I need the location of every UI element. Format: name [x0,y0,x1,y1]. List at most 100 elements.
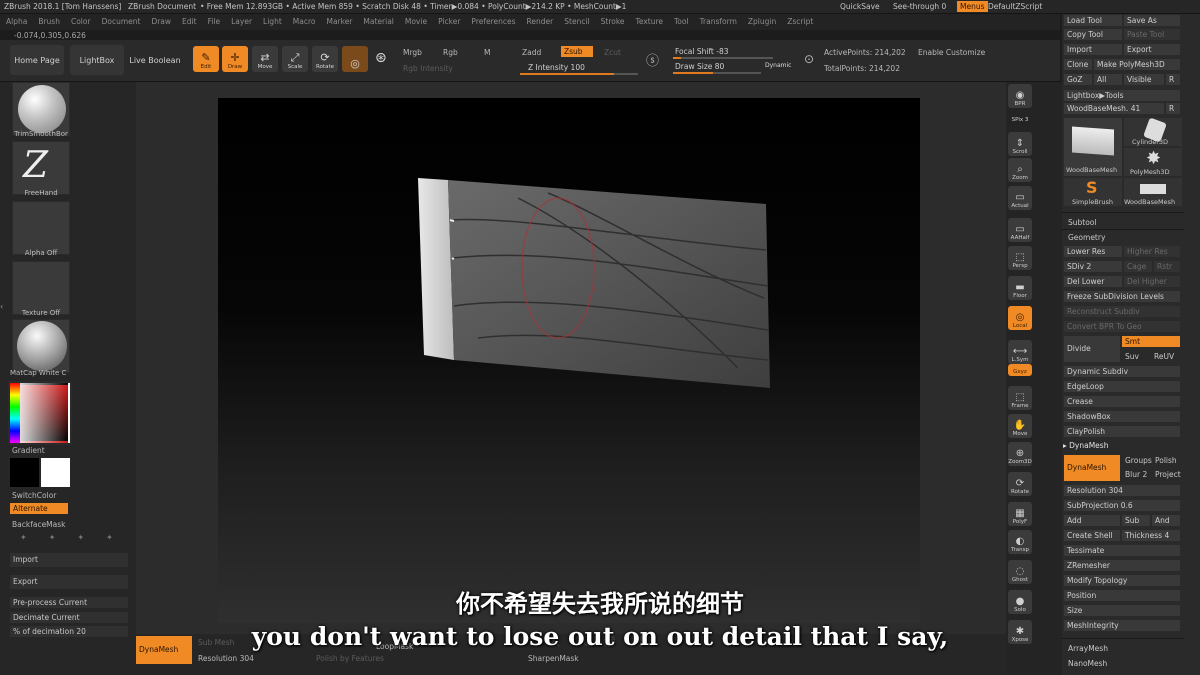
tray-xpose-button[interactable]: ✱ Xpose [1008,620,1032,644]
draw-mode-button[interactable]: ✛ Draw [222,46,248,72]
move-mode-button[interactable]: ⇄ Move [252,46,278,72]
shadowbox-button[interactable]: ShadowBox [1064,411,1180,422]
tray-bpr-button[interactable]: ◉ BPR [1008,84,1032,108]
menu-stroke[interactable]: Stroke [601,17,625,26]
current-tool-slider[interactable]: WoodBaseMesh. 41 [1064,103,1164,114]
tray-move-button[interactable]: ✋ Move [1008,414,1032,438]
copy-tool-button[interactable]: Copy Tool [1064,29,1122,40]
stroke-thumbnail[interactable]: Z [12,141,70,195]
edgeloop-button[interactable]: EdgeLoop [1064,381,1180,392]
collapse-left-icon[interactable]: ‹ [0,302,4,352]
sculptris-pro-button[interactable]: ◎ [342,46,368,72]
menu-edit[interactable]: Edit [182,17,197,26]
lock-icon[interactable]: ⊙ [804,52,814,66]
divide-button[interactable]: Divide [1064,336,1120,362]
default-zscript-button[interactable]: DefaultZScript [988,2,1042,11]
menu-color[interactable]: Color [71,17,91,26]
hue-strip[interactable] [10,383,20,443]
dynamesh-header[interactable]: ▸ DynaMesh [1063,441,1108,450]
dynamesh-button[interactable]: DynaMesh [1064,455,1120,481]
menu-stencil[interactable]: Stencil [564,17,589,26]
z-intensity-slider[interactable]: Z Intensity 100 [520,63,638,75]
tray-actual-button[interactable]: ▭ Actual [1008,186,1032,210]
del-higher-button[interactable]: Del Higher [1124,276,1180,287]
menu-zscript[interactable]: Zscript [787,17,813,26]
tray-ghost-button[interactable]: ◌ Ghost [1008,560,1032,584]
alternate-button[interactable]: Alternate [10,503,68,514]
tray-zoom-button[interactable]: ⌕ Zoom [1008,158,1032,182]
tray-scroll-button[interactable]: ⇕ Scroll [1008,132,1032,156]
mrgb-button[interactable]: Mrgb [403,48,422,57]
zadd-button[interactable]: Zadd [522,48,541,57]
tray-frame-button[interactable]: ⬚ Frame [1008,386,1032,410]
zcut-button[interactable]: Zcut [604,48,621,57]
paste-tool-button[interactable]: Paste Tool [1124,29,1180,40]
create-shell-button[interactable]: Create Shell [1064,530,1120,541]
tray-local-button[interactable]: ◎ Local [1008,306,1032,330]
freeze-subdivision-button[interactable]: Freeze SubDivision Levels [1064,291,1180,302]
thickness-slider[interactable]: Thickness 4 [1122,530,1180,541]
lightbox-button[interactable]: LightBox [70,45,124,75]
geometry-header[interactable]: Geometry [1068,233,1105,242]
import-tool-button[interactable]: Import [1064,44,1122,55]
menu-texture[interactable]: Texture [636,17,663,26]
tray-polyf-button[interactable]: ▦ PolyF [1008,502,1032,526]
see-through-slider[interactable]: See-through 0 [893,2,946,11]
quicksave-button[interactable]: QuickSave [840,2,880,11]
edit-mode-button[interactable]: ✎ Edit [193,46,219,72]
all-button[interactable]: All [1094,74,1122,85]
add-button[interactable]: Add [1064,515,1120,526]
sub-button[interactable]: Sub [1122,515,1150,526]
menu-macro[interactable]: Macro [293,17,316,26]
r-button[interactable]: R [1166,74,1180,85]
focal-shift-slider[interactable]: Focal Shift -83 [673,47,773,59]
resolution-bottom-slider[interactable]: Resolution 304 [198,654,254,663]
tray-rotate-button[interactable]: ⟳ Rotate [1008,472,1032,496]
tray-gxyz-button[interactable]: Gxyz [1008,364,1032,376]
visible-button[interactable]: Visible [1124,74,1164,85]
scale-mode-button[interactable]: ⤢ Scale [282,46,308,72]
enable-customize-button[interactable]: Enable Customize [918,48,985,57]
sdiv-slider[interactable]: SDiv 2 [1064,261,1122,272]
menu-alpha[interactable]: Alpha [6,17,27,26]
tray-floor-button[interactable]: ▬ Floor [1008,276,1032,300]
brush-thumbnail[interactable] [12,82,70,136]
menu-material[interactable]: Material [363,17,393,26]
subtool-header[interactable]: Subtool [1068,218,1096,227]
dynamic-button[interactable]: Dynamic [765,62,791,69]
reconstruct-subdiv-button[interactable]: Reconstruct Subdiv [1064,306,1180,317]
spotlight-s-icon[interactable]: ⓢ [646,50,659,69]
import-button[interactable]: Import [10,553,128,567]
cage-button[interactable]: Cage [1124,261,1152,272]
load-tool-button[interactable]: Load Tool [1064,15,1122,26]
nanomesh-header[interactable]: NanoMesh [1068,659,1107,668]
claypolish-button[interactable]: ClayPolish [1064,426,1180,437]
main-color-swatch[interactable] [10,458,39,487]
rgb-intensity-slider[interactable]: Rgb Intensity [403,64,453,73]
reuv-button[interactable]: ReUV [1154,352,1174,361]
live-boolean-button[interactable]: Live Boolean [128,45,182,75]
small-tool-icons[interactable]: ✦✦✦✦ [10,533,128,542]
resolution-slider[interactable]: Resolution 304 [1064,485,1180,496]
lower-res-button[interactable]: Lower Res [1064,246,1122,257]
menu-render[interactable]: Render [527,17,554,26]
draw-size-slider[interactable]: Draw Size 80 [673,62,761,74]
blur-slider[interactable]: Blur 2 [1125,470,1147,479]
zremesher-button[interactable]: ZRemesher [1064,560,1180,571]
tray-l-sym-button[interactable]: ⟷ L.Sym [1008,340,1032,364]
polish-button[interactable]: Polish [1155,456,1177,465]
menu-layer[interactable]: Layer [231,17,252,26]
menu-light[interactable]: Light [263,17,282,26]
secondary-color-swatch[interactable] [41,458,70,487]
menu-marker[interactable]: Marker [326,17,352,26]
tray-transp-button[interactable]: ◐ Transp [1008,530,1032,554]
material-thumbnail[interactable] [12,319,70,373]
menu-draw[interactable]: Draw [151,17,171,26]
menus-button[interactable]: Menus [957,1,988,12]
r2-button[interactable]: R [1166,103,1180,114]
document-canvas[interactable] [218,98,920,623]
m-button[interactable]: M [484,48,490,57]
rgb-button[interactable]: Rgb [443,48,458,57]
menu-file[interactable]: File [208,17,221,26]
home-page-button[interactable]: Home Page [10,45,64,75]
